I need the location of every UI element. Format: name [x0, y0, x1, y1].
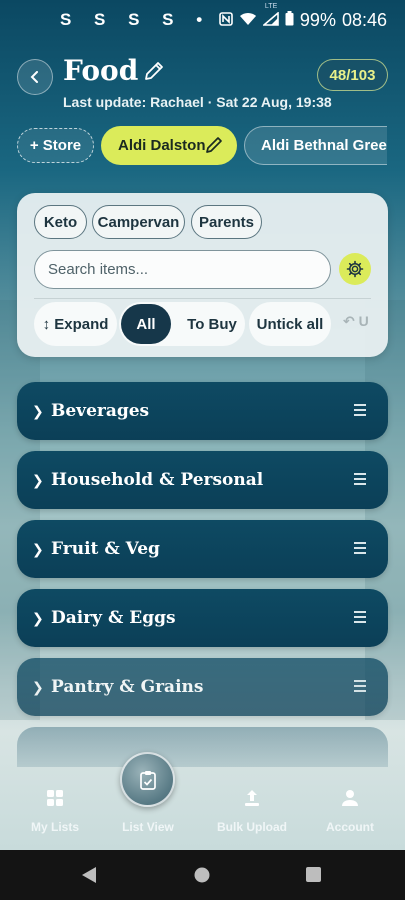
clock: 08:46 [341, 9, 387, 30]
filter-toggle: All To Buy [119, 302, 245, 346]
add-store-button[interactable]: + Store [17, 128, 94, 163]
status-bar: S S S S • LTE 99% 08:46 [0, 0, 405, 40]
store-tab-active[interactable]: Aldi Dalston [101, 126, 237, 165]
person-icon [341, 776, 359, 820]
category-name: Beverages [51, 401, 150, 421]
nav-account[interactable]: Account [322, 776, 378, 850]
drag-handle-icon[interactable] [354, 611, 366, 626]
tag-keto[interactable]: Keto [34, 205, 87, 239]
system-nav-bar [0, 850, 405, 900]
category-row[interactable]: ❯ Pantry & Grains [17, 658, 388, 716]
nav-label: List View [122, 820, 174, 834]
category-name: Pantry & Grains [51, 677, 204, 697]
upload-icon [244, 776, 260, 820]
status-notifications: S S S S • [60, 10, 212, 29]
drag-handle-icon[interactable] [354, 680, 366, 695]
edit-store-icon[interactable] [204, 135, 224, 159]
recents-square-icon[interactable] [306, 867, 321, 882]
back-triangle-icon[interactable] [80, 866, 98, 884]
back-button[interactable] [17, 59, 53, 95]
chevron-right-icon: ❯ [32, 540, 44, 557]
drag-handle-icon[interactable] [354, 473, 366, 488]
nav-my-lists[interactable]: My Lists [24, 776, 86, 850]
chevron-left-icon [30, 71, 38, 83]
wifi-icon [239, 10, 257, 31]
settings-button[interactable] [339, 253, 371, 285]
home-circle-icon[interactable] [194, 867, 210, 883]
tag-campervan[interactable]: Campervan [92, 205, 185, 239]
category-name: Household & Personal [51, 470, 264, 490]
nfc-icon [219, 10, 233, 31]
clipboard-icon [139, 770, 156, 790]
nav-label: Account [326, 820, 374, 834]
last-update-text: Last update: Rachael · Sat 22 Aug, 19:38 [63, 94, 332, 110]
store-tab-label: Aldi Bethnal Green [261, 137, 387, 154]
chevron-right-icon: ❯ [32, 471, 44, 488]
page-title: Food [63, 54, 139, 87]
store-tab[interactable]: Aldi Bethnal Green › [244, 126, 387, 165]
category-row[interactable]: ❯ Household & Personal [17, 451, 388, 509]
category-row-partial [17, 727, 388, 767]
battery-level: 99% [299, 9, 336, 30]
expand-button[interactable]: ↕ Expand [34, 302, 117, 346]
untick-all-button[interactable]: Untick all [249, 302, 331, 346]
chevron-right-icon: ❯ [32, 402, 44, 419]
grid-icon [46, 776, 64, 820]
drag-handle-icon[interactable] [354, 404, 366, 419]
nav-label: Bulk Upload [216, 820, 287, 834]
edit-title-icon[interactable] [143, 60, 165, 82]
signal-icon: LTE [261, 3, 279, 31]
filter-to-buy-button[interactable]: To Buy [179, 302, 245, 346]
filter-panel: Keto Campervan Parents ↕ Expand All To B… [17, 193, 388, 357]
tag-parents[interactable]: Parents [191, 205, 262, 239]
undo-button[interactable]: ↶ U [343, 313, 369, 330]
chevron-right-icon: ❯ [32, 678, 44, 695]
battery-icon [285, 10, 294, 31]
category-row[interactable]: ❯ Dairy & Eggs [17, 589, 388, 647]
bottom-nav: My Lists List View Bulk Upload Account [0, 776, 405, 850]
store-tab-label: Aldi Dalston [118, 137, 206, 154]
category-name: Dairy & Eggs [51, 608, 176, 628]
category-row[interactable]: ❯ Fruit & Veg [17, 520, 388, 578]
drag-handle-icon[interactable] [354, 542, 366, 557]
divider [34, 298, 371, 299]
nav-bulk-upload[interactable]: Bulk Upload [214, 776, 290, 850]
item-count-badge: 48/103 [317, 59, 388, 91]
filter-all-button[interactable]: All [121, 304, 171, 344]
gear-icon [346, 260, 364, 278]
chevron-right-icon: ❯ [32, 609, 44, 626]
nav-label: My Lists [30, 820, 79, 834]
list-view-button[interactable] [120, 752, 175, 807]
category-row[interactable]: ❯ Beverages [17, 382, 388, 440]
search-input[interactable] [34, 250, 331, 289]
category-name: Fruit & Veg [51, 539, 160, 559]
